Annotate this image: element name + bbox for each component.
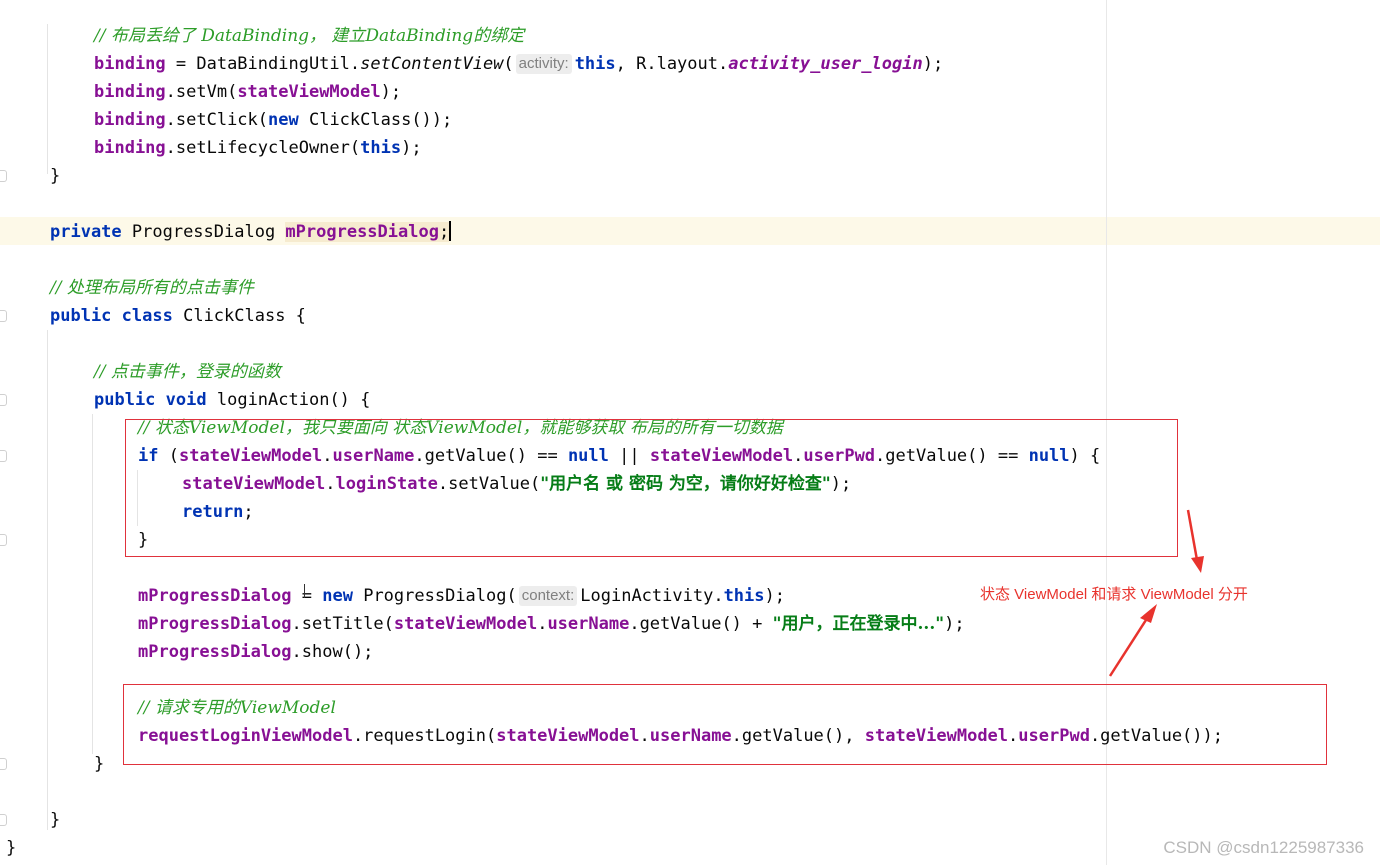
mouse-ibeam-cursor <box>304 584 305 598</box>
code-line[interactable]: } <box>50 162 60 190</box>
layout-constant: activity_user_login <box>728 54 923 74</box>
binding-field: binding <box>94 54 166 74</box>
progress-dialog-field: mProgressDialog <box>138 642 292 662</box>
code-line[interactable]: private ProgressDialog mProgressDialog; <box>50 218 452 246</box>
code-line[interactable]: public void loginAction() { <box>94 386 370 414</box>
code-line[interactable]: // 布局丢给了 DataBinding， 建立DataBinding的绑定 <box>94 22 524 50</box>
fold-icon[interactable] <box>0 450 7 462</box>
state-view-model-field: stateViewModel <box>393 614 538 634</box>
code-line[interactable]: } <box>6 834 16 862</box>
code-text: ClickClass { <box>172 306 306 326</box>
code-text: .setLifecycleOwner( <box>165 138 361 158</box>
code-text: .setVm( <box>165 82 238 102</box>
code-text: ; <box>438 222 450 242</box>
fold-icon[interactable] <box>0 534 7 546</box>
code-line[interactable]: // 点击事件，登录的函数 <box>94 358 281 386</box>
fold-icon[interactable] <box>0 758 7 770</box>
progress-dialog-field: mProgressDialog <box>138 586 292 606</box>
code-line[interactable]: binding = DataBindingUtil.setContentView… <box>94 50 943 78</box>
code-text: } <box>50 810 61 830</box>
code-comment: // 处理布局所有的点击事件 <box>50 278 254 298</box>
fold-icon[interactable] <box>0 310 7 322</box>
keyword: this <box>574 54 616 74</box>
indent-guide <box>47 24 48 174</box>
indent-guide <box>47 330 48 830</box>
code-text: LoginActivity. <box>580 586 724 606</box>
binding-field: binding <box>94 138 166 158</box>
keyword: class <box>121 306 173 326</box>
code-line[interactable]: binding.setVm(stateViewModel); <box>94 78 401 106</box>
code-line[interactable]: mProgressDialog.setTitle(stateViewModel.… <box>138 610 965 638</box>
code-comment: // 布局丢给了 DataBinding， 建立DataBinding的绑定 <box>94 26 525 46</box>
code-text: ClickClass()); <box>298 110 453 130</box>
annotation-note: 状态 ViewModel 和请求 ViewModel 分开 <box>980 586 1248 603</box>
code-text: ); <box>764 586 785 606</box>
annotation-box-request-viewmodel <box>123 684 1327 765</box>
keyword: this <box>723 586 765 606</box>
binding-field: binding <box>94 110 166 130</box>
keyword: new <box>268 110 299 130</box>
fold-icon[interactable] <box>0 814 7 826</box>
code-line[interactable]: } <box>94 750 104 778</box>
code-text: = DataBindingUtil. <box>165 54 361 74</box>
progress-dialog-field: mProgressDialog <box>138 614 292 634</box>
code-line[interactable]: } <box>50 806 60 834</box>
parameter-hint: context: <box>518 586 578 606</box>
fold-icon[interactable] <box>0 394 7 406</box>
annotation-box-state-viewmodel <box>125 419 1178 557</box>
keyword: void <box>165 390 207 410</box>
code-comment: // 点击事件，登录的函数 <box>94 362 281 382</box>
code-text: ); <box>922 54 944 74</box>
code-text: } <box>94 754 105 774</box>
code-line[interactable]: // 处理布局所有的点击事件 <box>50 274 254 302</box>
code-text: loginAction() { <box>206 390 371 410</box>
code-line[interactable]: binding.setLifecycleOwner(this); <box>94 134 422 162</box>
keyword: private <box>50 222 122 242</box>
code-text: .setClick( <box>165 110 269 130</box>
method-name: setContentView <box>360 54 504 74</box>
code-text: .setTitle( <box>291 614 394 634</box>
code-line[interactable]: binding.setClick(new ClickClass()); <box>94 106 452 134</box>
keyword: public <box>94 390 156 410</box>
keyword: new <box>322 586 353 606</box>
code-text: .getValue() + <box>629 614 773 634</box>
state-view-model-field: stateViewModel <box>237 82 381 102</box>
code-text: .show(); <box>291 642 374 662</box>
code-line[interactable]: mProgressDialog.show(); <box>138 638 373 666</box>
text-caret <box>449 221 452 241</box>
code-text: ProgressDialog( <box>352 586 517 606</box>
code-line[interactable]: mProgressDialog = new ProgressDialog(con… <box>138 582 785 610</box>
code-line[interactable]: public class ClickClass { <box>50 302 306 330</box>
code-text: , R.layout. <box>615 54 729 74</box>
code-text: ProgressDialog <box>121 222 286 242</box>
keyword: this <box>360 138 402 158</box>
fold-icon[interactable] <box>0 170 7 182</box>
string-literal: "用户，正在登录中..." <box>772 614 945 634</box>
keyword: public <box>50 306 112 326</box>
user-name-field: userName <box>547 614 630 634</box>
parameter-hint: activity: <box>515 54 572 74</box>
code-text: ( <box>503 54 514 74</box>
code-text: ); <box>944 614 965 634</box>
progress-dialog-field: mProgressDialog <box>285 222 439 242</box>
code-text: } <box>50 166 61 186</box>
code-text: ); <box>380 82 402 102</box>
code-text: } <box>6 838 17 858</box>
watermark: CSDN @csdn1225987336 <box>1163 838 1364 857</box>
binding-field: binding <box>94 82 166 102</box>
indent-guide <box>92 414 93 754</box>
code-text: ); <box>401 138 422 158</box>
